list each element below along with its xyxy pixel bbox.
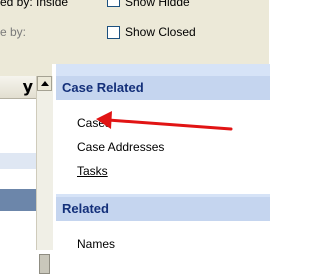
section-body-related: Names	[56, 221, 270, 251]
list-item[interactable]	[0, 211, 36, 250]
filter-toolbar: ed by: Inside Show Hidde e by: Show Clos…	[0, 0, 269, 64]
list-item[interactable]	[0, 169, 36, 189]
sort-by-label: ed by: Inside	[0, 0, 69, 9]
list-item[interactable]	[0, 99, 36, 113]
group-by-label: e by:	[0, 25, 27, 39]
task-link-case-addresses[interactable]: Case Addresses	[77, 140, 164, 154]
scroll-thumb[interactable]	[39, 254, 50, 274]
column-header-label: y	[22, 77, 33, 96]
list-panel: y	[0, 64, 53, 274]
task-link-cases[interactable]: Cases	[77, 116, 111, 130]
task-link-tasks[interactable]: Tasks	[77, 164, 108, 178]
vertical-scrollbar[interactable]	[36, 76, 53, 274]
scroll-up-icon[interactable]	[37, 76, 52, 91]
show-hidden-label: Show Hidde	[125, 0, 190, 9]
task-pane: Case Related Cases Case Addresses Tasks …	[55, 64, 270, 251]
section-header-related[interactable]: Related	[56, 197, 270, 221]
show-closed-label: Show Closed	[125, 25, 196, 39]
item-list	[0, 99, 36, 250]
list-item[interactable]	[0, 153, 36, 169]
section-header-case-related[interactable]: Case Related	[56, 76, 270, 100]
show-closed-checkbox[interactable]	[107, 26, 120, 39]
column-header[interactable]: y	[0, 76, 36, 99]
show-hidden-checkbox[interactable]	[107, 0, 120, 7]
list-item[interactable]	[0, 113, 36, 153]
section-body-case-related: Cases Case Addresses Tasks	[56, 100, 270, 194]
task-link-names[interactable]: Names	[77, 237, 115, 251]
list-item-selected[interactable]	[0, 189, 36, 211]
